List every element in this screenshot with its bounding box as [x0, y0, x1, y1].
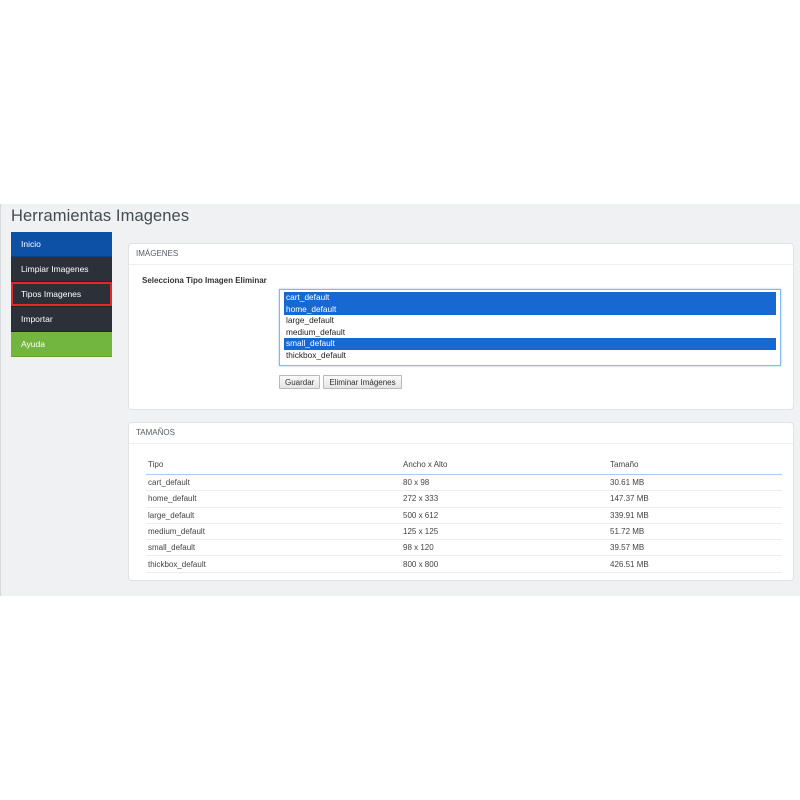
- images-panel-heading: IMÁGENES: [129, 244, 793, 265]
- table-cell-size: 39.57 MB: [610, 539, 782, 557]
- image-type-label: Selecciona Tipo Imagen Eliminar: [142, 276, 267, 285]
- table-cell-type: large_default: [146, 507, 403, 524]
- table-cell-size: 339.91 MB: [610, 507, 782, 524]
- column-header-size: Tamaño: [610, 455, 782, 475]
- option-thickbox-default[interactable]: thickbox_default: [284, 350, 776, 362]
- table-row: thickbox_default 800 x 800 426.51 MB: [146, 555, 782, 573]
- table-cell-type: home_default: [146, 490, 403, 508]
- sidebar-item-ayuda[interactable]: Ayuda: [11, 332, 112, 357]
- sidebar-menu: Inicio Limpiar Imagenes Tipos Imagenes I…: [11, 232, 112, 357]
- option-large-default[interactable]: large_default: [284, 315, 776, 327]
- sidebar-item-limpiar-imagenes[interactable]: Limpiar Imagenes: [11, 257, 112, 282]
- table-cell-dimensions: 125 x 125: [403, 523, 610, 541]
- table-header-row: Tipo Ancho x Alto Tamaño: [146, 455, 782, 475]
- table-cell-size: 426.51 MB: [610, 555, 782, 573]
- table-cell-type: small_default: [146, 539, 403, 557]
- table-row: home_default 272 x 333 147.37 MB: [146, 490, 782, 508]
- column-header-tipo: Tipo: [146, 455, 403, 475]
- sidebar-item-tipos-imagenes[interactable]: Tipos Imagenes: [11, 282, 112, 307]
- option-cart-default[interactable]: cart_default: [284, 292, 776, 304]
- column-header-dimensions: Ancho x Alto: [403, 455, 610, 475]
- sidebar-item-inicio[interactable]: Inicio: [11, 232, 112, 257]
- page-title: Herramientas Imagenes: [11, 207, 190, 225]
- table-cell-type: cart_default: [146, 474, 403, 492]
- table-cell-type: thickbox_default: [146, 555, 403, 573]
- table-row: cart_default 80 x 98 30.61 MB: [146, 474, 782, 492]
- table-cell-type: medium_default: [146, 523, 403, 541]
- option-medium-default[interactable]: medium_default: [284, 327, 776, 339]
- table-row: small_default 98 x 120 39.57 MB: [146, 539, 782, 557]
- table-cell-size: 147.37 MB: [610, 490, 782, 508]
- option-home-default[interactable]: home_default: [284, 303, 776, 316]
- delete-images-button[interactable]: Eliminar Imágenes: [323, 375, 402, 389]
- image-type-multiselect[interactable]: cart_default home_default large_default …: [279, 289, 781, 366]
- table-cell-dimensions: 272 x 333: [403, 490, 610, 508]
- table-cell-dimensions: 500 x 612: [403, 507, 610, 524]
- sizes-panel-heading: TAMAÑOS: [129, 423, 793, 444]
- sizes-table: Tipo Ancho x Alto Tamaño cart_default 80…: [146, 455, 782, 573]
- sidebar-item-importar[interactable]: Importar: [11, 307, 112, 332]
- table-cell-size: 51.72 MB: [610, 523, 782, 541]
- table-cell-size: 30.61 MB: [610, 474, 782, 492]
- images-actions: Guardar Eliminar Imágenes: [279, 375, 402, 389]
- option-small-default[interactable]: small_default: [284, 338, 776, 350]
- save-button[interactable]: Guardar: [279, 375, 321, 389]
- table-cell-dimensions: 98 x 120: [403, 539, 610, 557]
- admin-screen: Herramientas Imagenes Inicio Limpiar Ima…: [0, 204, 800, 596]
- table-cell-dimensions: 800 x 800: [403, 555, 610, 573]
- sizes-panel: TAMAÑOS Tipo Ancho x Alto Tamaño cart_de…: [128, 422, 794, 581]
- table-row: large_default 500 x 612 339.91 MB: [146, 507, 782, 524]
- table-cell-dimensions: 80 x 98: [403, 474, 610, 492]
- images-panel: IMÁGENES Selecciona Tipo Imagen Eliminar…: [128, 243, 794, 410]
- table-row: medium_default 125 x 125 51.72 MB: [146, 523, 782, 541]
